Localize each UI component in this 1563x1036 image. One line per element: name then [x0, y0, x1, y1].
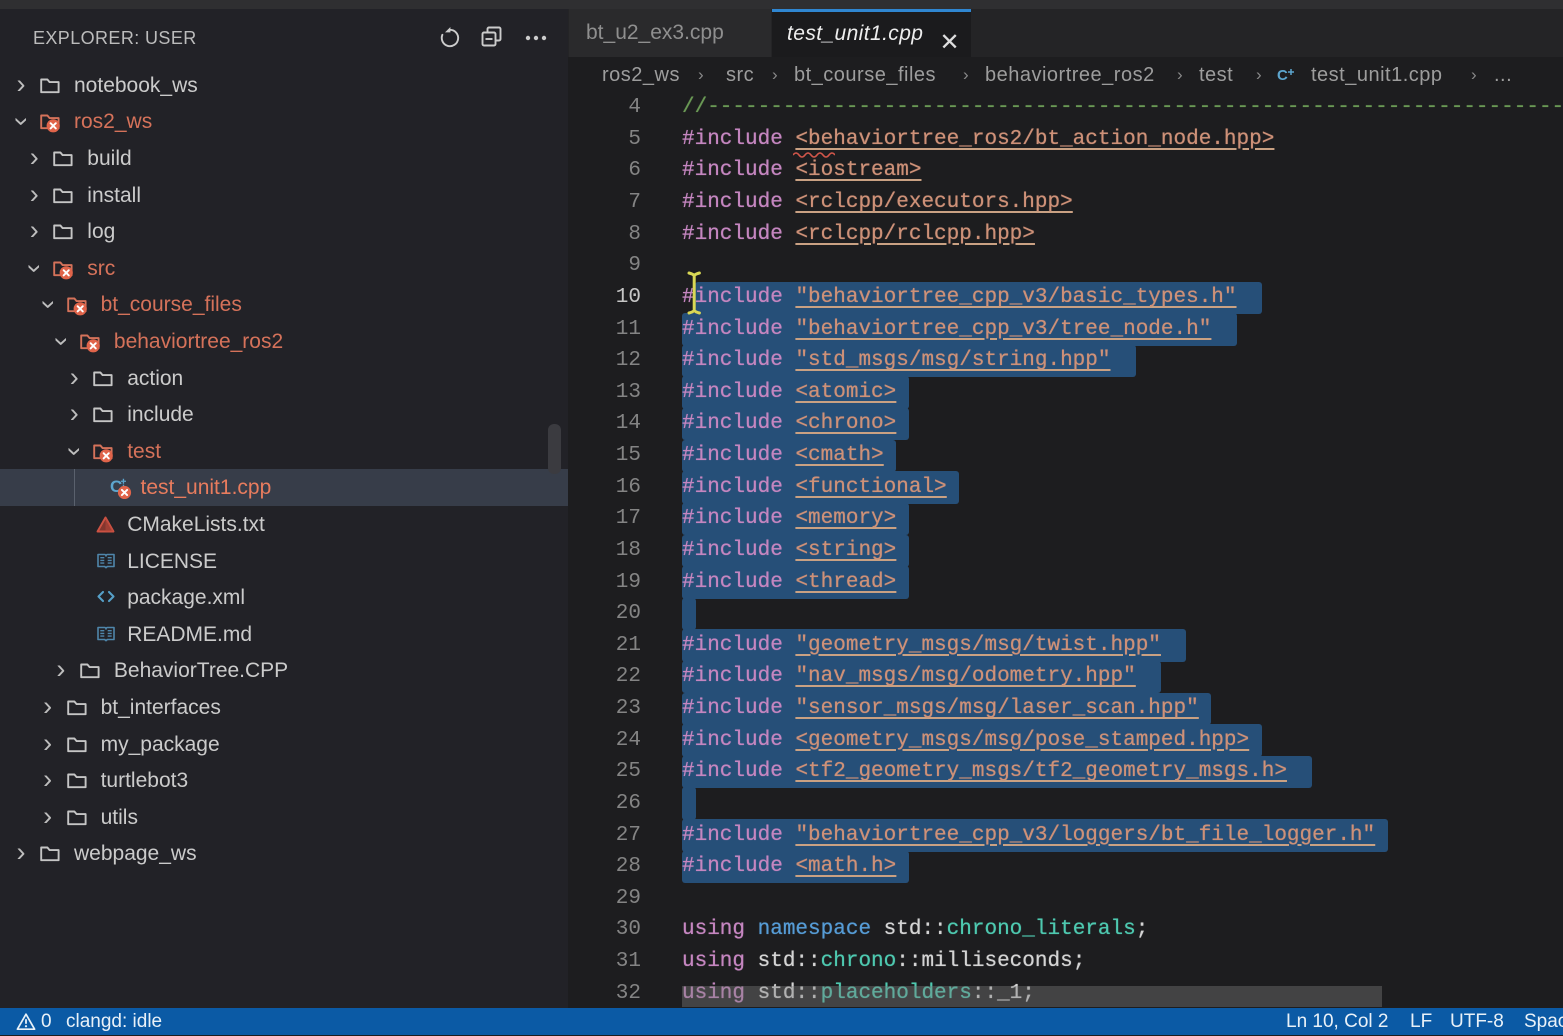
svg-text:C: C: [1277, 67, 1288, 84]
